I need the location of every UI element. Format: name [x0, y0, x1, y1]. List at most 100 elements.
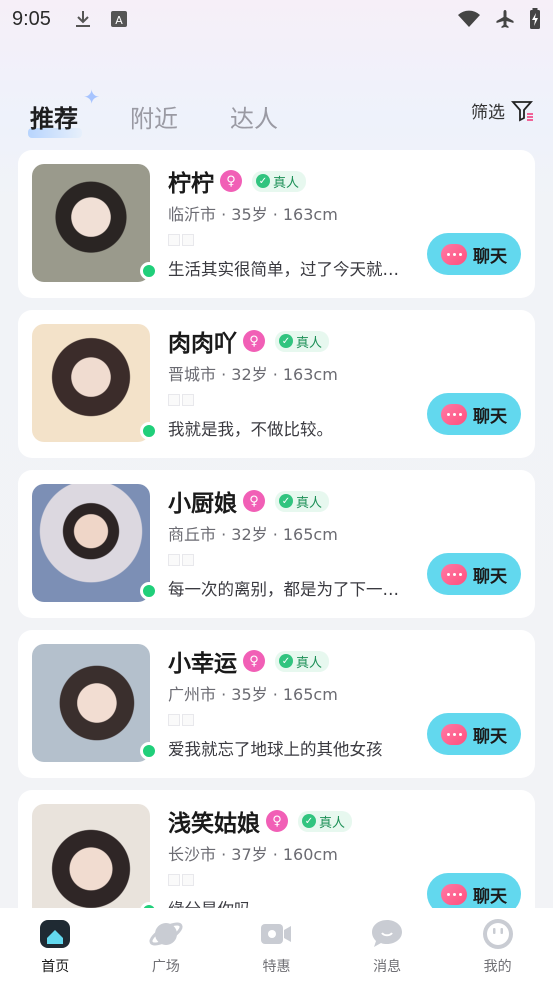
placeholder-boxes: [168, 874, 194, 886]
placeholder-boxes: [168, 714, 194, 726]
nav-profile-label: 我的: [483, 959, 512, 975]
verified-badge: ✓ 真人: [275, 650, 330, 672]
tab-recommend[interactable]: 推荐 ✦: [28, 85, 100, 138]
sparkle-icon: ✦: [83, 84, 100, 109]
user-bio: 生活其实很简单，过了今天就…: [168, 260, 399, 279]
chat-label: 聊天: [473, 886, 507, 907]
user-bio: 我就是我，不做比较。: [168, 420, 333, 439]
user-info: 晋城市 · 32岁 · 163cm: [168, 365, 338, 384]
tab-experts-label: 达人: [230, 104, 278, 133]
chat-bubble-icon: [441, 403, 467, 425]
chat-bubble-icon: [441, 723, 467, 745]
nav-deals[interactable]: 特惠: [231, 916, 321, 984]
avatar[interactable]: [32, 324, 150, 442]
online-indicator: [140, 582, 158, 600]
nav-home-label: 首页: [41, 959, 70, 975]
message-bubble-icon: [372, 920, 403, 947]
avatar[interactable]: [32, 644, 150, 762]
chat-button[interactable]: 聊天: [427, 553, 521, 595]
female-icon: ♀: [243, 650, 265, 672]
tab-experts[interactable]: 达人: [230, 99, 278, 134]
chat-bubble-icon: [441, 243, 467, 265]
chat-button[interactable]: 聊天: [427, 393, 521, 435]
download-icon: [75, 11, 90, 27]
nav-messages-label: 消息: [373, 959, 402, 975]
placeholder-boxes: [168, 394, 194, 406]
avatar[interactable]: [32, 164, 150, 282]
user-card[interactable]: 小厨娘 ♀ ✓ 真人 商丘市 · 32岁 · 165cm 每一次的离别，都是为了下…: [18, 470, 535, 618]
user-info: 临沂市 · 35岁 · 163cm: [168, 205, 338, 224]
user-feed: 柠柠 ♀ ✓ 真人 临沂市 · 35岁 · 163cm 生活其实很简单，过了今天就…: [18, 150, 535, 908]
svg-text:A: A: [115, 14, 123, 27]
tab-nearby[interactable]: 附近: [130, 99, 178, 134]
status-bar: 9:05 A: [0, 0, 553, 38]
user-name: 浅笑姑娘: [168, 811, 260, 837]
verified-label: 真人: [296, 655, 323, 671]
status-time: 9:05: [12, 7, 51, 30]
chat-button[interactable]: 聊天: [427, 873, 521, 908]
planet-icon: [149, 922, 183, 946]
chat-bubble-icon: [441, 563, 467, 585]
placeholder-boxes: [168, 234, 194, 246]
female-icon: ♀: [266, 810, 288, 832]
chat-label: 聊天: [473, 566, 507, 587]
airplane-icon: [496, 10, 514, 28]
verified-label: 真人: [273, 175, 300, 191]
video-camera-icon: [261, 924, 292, 944]
check-icon: ✓: [256, 174, 270, 188]
chat-bubble-icon: [441, 883, 467, 905]
verified-label: 真人: [296, 495, 323, 511]
female-icon: ♀: [243, 330, 265, 352]
chat-label: 聊天: [473, 726, 507, 747]
home-icon: [40, 920, 71, 948]
user-name: 小幸运: [168, 651, 237, 677]
online-indicator: [140, 262, 158, 280]
bottom-nav: 首页 广场 特惠 消息 我的: [0, 908, 553, 984]
chat-button[interactable]: 聊天: [427, 233, 521, 275]
user-card[interactable]: 小幸运 ♀ ✓ 真人 广州市 · 35岁 · 165cm 爱我就忘了地球上的其他女…: [18, 630, 535, 778]
verified-badge: ✓ 真人: [275, 330, 330, 352]
filter-button[interactable]: 筛选: [471, 98, 535, 123]
placeholder-boxes: [168, 554, 194, 566]
nav-square-label: 广场: [151, 959, 180, 975]
user-card[interactable]: 浅笑姑娘 ♀ ✓真人 长沙市 · 37岁 · 160cm 缘分是你吗 聊天: [18, 790, 535, 908]
filter-label: 筛选: [471, 103, 505, 123]
user-name: 柠柠: [168, 171, 214, 197]
user-card[interactable]: 肉肉吖 ♀ ✓ 真人 晋城市 · 32岁 · 163cm 我就是我，不做比较。 聊…: [18, 310, 535, 458]
nav-home[interactable]: 首页: [10, 916, 100, 984]
verified-badge: ✓ 真人: [252, 170, 307, 192]
chat-label: 聊天: [473, 246, 507, 267]
check-icon: ✓: [279, 654, 293, 668]
avatar[interactable]: [32, 484, 150, 602]
check-icon: ✓: [279, 494, 293, 508]
user-bio: 每一次的离别，都是为了下一…: [168, 580, 399, 599]
verified-badge: ✓ 真人: [275, 490, 330, 512]
user-card[interactable]: 柠柠 ♀ ✓ 真人 临沂市 · 35岁 · 163cm 生活其实很简单，过了今天就…: [18, 150, 535, 298]
nav-messages[interactable]: 消息: [342, 916, 432, 984]
user-name: 小厨娘: [168, 491, 237, 517]
female-icon: ♀: [243, 490, 265, 512]
user-name: 肉肉吖: [168, 331, 237, 357]
user-info: 商丘市 · 32岁 · 165cm: [168, 525, 338, 544]
nav-square[interactable]: 广场: [121, 916, 211, 984]
tab-recommend-label: 推荐: [30, 104, 78, 133]
filter-icon: [511, 100, 533, 121]
verified-badge: ✓ 真人: [298, 810, 353, 832]
wifi-icon: [458, 10, 480, 27]
online-indicator: [140, 742, 158, 760]
online-indicator: [140, 422, 158, 440]
keyboard-a-icon: A: [110, 11, 127, 27]
nav-profile[interactable]: 我的: [453, 916, 543, 984]
check-icon: ✓: [279, 334, 293, 348]
user-info: 广州市 · 35岁 · 165cm: [168, 685, 338, 704]
chat-label: 聊天: [473, 406, 507, 427]
tab-nearby-label: 附近: [130, 104, 178, 133]
verified-label: 真人: [319, 815, 346, 831]
user-bio: 缘分是你吗: [168, 896, 422, 908]
verified-label: 真人: [296, 335, 323, 351]
chat-button[interactable]: 聊天: [427, 713, 521, 755]
avatar[interactable]: [32, 804, 150, 908]
profile-face-icon: [482, 919, 513, 949]
female-icon: ♀: [220, 170, 242, 192]
user-info: 长沙市 · 37岁 · 160cm: [168, 845, 338, 864]
